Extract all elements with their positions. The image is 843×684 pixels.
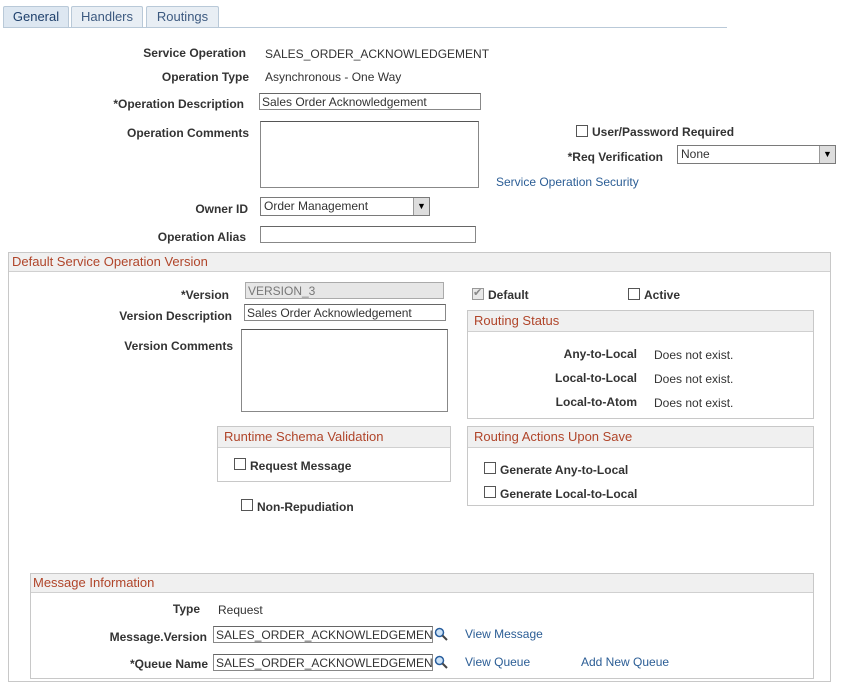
generate-local-to-local-checkbox[interactable] xyxy=(484,486,496,498)
queue-name-field[interactable]: SALES_ORDER_ACKNOWLEDGEMENT xyxy=(213,654,433,671)
service-operation-value: SALES_ORDER_ACKNOWLEDGEMENT xyxy=(265,47,490,61)
routing-status-group: Routing Status xyxy=(467,310,814,419)
operation-description-field[interactable]: Sales Order Acknowledgement xyxy=(259,93,481,110)
operation-comments-label: Operation Comments xyxy=(126,126,249,140)
local-to-atom-status: Does not exist. xyxy=(654,396,734,410)
user-password-checkbox[interactable] xyxy=(576,125,588,137)
any-to-local-label: Any-to-Local xyxy=(563,347,637,361)
req-verification-value: None xyxy=(681,147,710,161)
operation-alias-label: Operation Alias xyxy=(157,230,246,244)
version-comments-field[interactable] xyxy=(241,329,448,412)
user-password-label: User/Password Required xyxy=(592,125,735,139)
version-field: VERSION_3 xyxy=(245,282,444,299)
owner-id-select[interactable]: Order Management ▼ xyxy=(260,197,430,216)
tab-divider xyxy=(3,27,727,28)
any-to-local-status: Does not exist. xyxy=(654,348,734,362)
local-to-atom-label: Local-to-Atom xyxy=(555,395,637,409)
active-checkbox[interactable] xyxy=(628,288,640,300)
owner-id-value: Order Management xyxy=(264,199,369,213)
magnifier-icon[interactable] xyxy=(434,627,448,641)
version-comments-label: Version Comments xyxy=(124,339,233,353)
non-repudiation-label: Non-Repudiation xyxy=(257,500,354,514)
dropdown-arrow-icon[interactable]: ▼ xyxy=(413,198,429,215)
version-description-field[interactable]: Sales Order Acknowledgement xyxy=(244,304,446,321)
queue-name-label: *Queue Name xyxy=(129,657,208,671)
req-verification-label: *Req Verification xyxy=(567,150,663,164)
generate-any-to-local-label: Generate Any-to-Local xyxy=(500,463,629,477)
operation-type-value: Asynchronous - One Way xyxy=(265,70,402,84)
dropdown-arrow-icon[interactable]: ▼ xyxy=(819,146,835,163)
service-operation-label: Service Operation xyxy=(143,46,246,60)
local-to-local-status: Does not exist. xyxy=(654,372,734,386)
service-operation-security-link[interactable]: Service Operation Security xyxy=(496,175,639,189)
default-label: Default xyxy=(488,288,529,302)
message-version-label: Message.Version xyxy=(109,630,207,644)
tab-general[interactable]: General xyxy=(3,6,69,27)
runtime-schema-title: Runtime Schema Validation xyxy=(218,427,450,448)
magnifier-icon[interactable] xyxy=(434,655,448,669)
message-version-field[interactable]: SALES_ORDER_ACKNOWLEDGEMENT xyxy=(213,626,433,643)
tab-handlers[interactable]: Handlers xyxy=(71,6,143,27)
version-label: *Version xyxy=(180,288,229,302)
active-label: Active xyxy=(644,288,681,302)
request-message-checkbox[interactable] xyxy=(234,458,246,470)
type-label: Type xyxy=(172,602,200,616)
operation-description-label: *Operation Description xyxy=(113,97,244,111)
req-verification-select[interactable]: None ▼ xyxy=(677,145,836,164)
default-version-title: Default Service Operation Version xyxy=(9,253,830,272)
view-message-link[interactable]: View Message xyxy=(465,627,543,641)
local-to-local-label: Local-to-Local xyxy=(554,371,637,385)
tab-routings[interactable]: Routings xyxy=(146,6,219,27)
version-description-label: Version Description xyxy=(119,309,232,323)
generate-any-to-local-checkbox[interactable] xyxy=(484,462,496,474)
default-checkbox xyxy=(472,286,484,300)
view-queue-link[interactable]: View Queue xyxy=(465,655,530,669)
owner-id-label: Owner ID xyxy=(195,202,248,216)
non-repudiation-checkbox[interactable] xyxy=(241,499,253,511)
type-value: Request xyxy=(218,603,263,617)
add-new-queue-link[interactable]: Add New Queue xyxy=(581,655,669,669)
operation-comments-field[interactable] xyxy=(260,121,479,188)
routing-actions-title: Routing Actions Upon Save xyxy=(468,427,813,448)
routing-status-title: Routing Status xyxy=(468,311,813,332)
operation-alias-field[interactable] xyxy=(260,226,476,243)
operation-type-label: Operation Type xyxy=(161,70,249,84)
message-information-title: Message Information xyxy=(31,574,813,593)
request-message-label: Request Message xyxy=(250,459,352,473)
generate-local-to-local-label: Generate Local-to-Local xyxy=(500,487,638,501)
runtime-schema-group: Runtime Schema Validation xyxy=(217,426,451,482)
